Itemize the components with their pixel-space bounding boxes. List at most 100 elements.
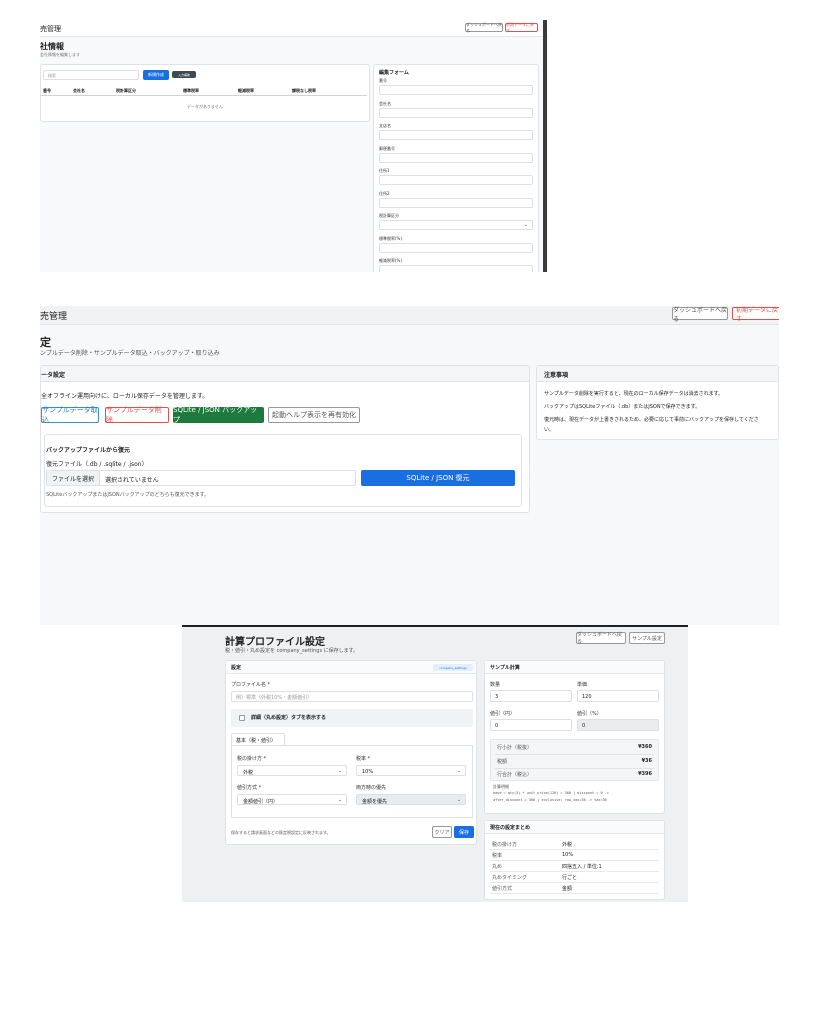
tax-method-select[interactable]: 外税 ⌄ — [237, 765, 347, 776]
note-line: バックアップはSQLiteファイル（.db）またはJSONで保存できます。 — [544, 404, 701, 410]
page-subtitle: 会社情報を編集します — [40, 52, 80, 57]
dashboard-button[interactable]: ダッシュボードへ戻る — [576, 632, 626, 645]
form-field-label: 標準税率(%) — [379, 235, 402, 241]
profile-input[interactable]: 例）標準（外税10%・金額値引） — [231, 691, 473, 702]
qty-input[interactable]: 3 — [490, 690, 572, 702]
summary-value: 四捨五入 / 単位:1 — [562, 864, 602, 870]
card-header — [41, 366, 529, 382]
summary-row: 税の掛け方 外税 — [490, 839, 659, 850]
summary-row: 値引方式 金額 — [490, 883, 659, 894]
result-value: ¥396 — [638, 771, 652, 777]
form-field-label: 番号 — [379, 78, 387, 83]
form-field-input[interactable] — [379, 265, 533, 272]
tax-method-label: 税の掛け方 * — [237, 756, 267, 762]
form-field-input[interactable] — [379, 152, 533, 163]
dashboard-button[interactable]: ダッシュボードへ戻る — [672, 307, 728, 323]
clear-button[interactable]: クリア — [432, 826, 452, 838]
page-subtitle: ンプルデータ削除・サンプルデータ取込・バックアップ・取り込み — [40, 350, 220, 357]
card-title: ータ設定 — [41, 372, 66, 379]
settings-badge: company_settings — [433, 664, 473, 671]
form-field-input[interactable] — [379, 242, 533, 253]
priority-select[interactable]: 金額を優先 ⌄ — [356, 794, 466, 805]
column-header: 番号 — [43, 88, 51, 93]
sample-settings-button[interactable]: サンプル設定 — [629, 632, 665, 644]
summary-value: 金額 — [562, 886, 573, 892]
form-title: 編集フォーム — [379, 70, 409, 76]
reenable-help-button[interactable]: 起動ヘルプ表示を再有効化 — [268, 407, 360, 423]
profile-placeholder: 例）標準（外税10%・金額値引） — [236, 695, 313, 701]
note-line: 復元時は、現在データが上書きされるため、必要に応じて事前にバックアップを保存して… — [544, 417, 759, 423]
disc-pct-label: 値引（%） — [577, 711, 602, 717]
disc-yen-input[interactable]: 0 — [490, 719, 572, 731]
result-label: 行合計（税込） — [497, 772, 533, 778]
detail-toggle-label: 詳細（丸め設定）タブを表示する — [251, 715, 327, 721]
summary-card: 現在の設定まとめ 税の掛け方 外税 税率 10% 丸め 四捨五入 / 単位:1 丸めタイミン… — [484, 820, 665, 900]
company-list-card: 検索 新規作成 入力補助 番号 会社名 税計算区分 標準税率 軽減税率 課税なし… — [40, 64, 370, 122]
result-box: 行小計（税抜） ¥360 税額 ¥36 行合計（税込） ¥396 — [490, 739, 659, 781]
tax-rate-select[interactable]: 10% ⌄ — [356, 765, 466, 776]
backup-button[interactable]: SQLite / JSON バックアップ — [173, 406, 264, 424]
column-header: 会社名 — [73, 88, 85, 93]
price-label: 単価 — [577, 682, 588, 688]
restore-card: バックアップファイルから復元 復元ファイル（.db / .sqlite / .j… — [44, 434, 522, 507]
scrollbar[interactable] — [543, 20, 547, 272]
detail-label: 計算明細 — [493, 784, 509, 789]
summary-label: 税の掛け方 — [492, 842, 518, 848]
choose-file-button[interactable]: ファイルを選択 — [47, 471, 100, 485]
form-field-label: 住所1 — [379, 168, 390, 173]
top-bar — [40, 306, 779, 325]
discount-method-select[interactable]: 金額値引（円） ⌄ — [237, 794, 347, 805]
page-title: 社情報 — [40, 42, 64, 51]
screenshot-settings: 売管理 ダッシュボードへ戻る 初期データに戻す 定 ンプルデータ削除・サンプルデ… — [40, 306, 779, 625]
form-field-label: 税計算区分 — [379, 213, 399, 218]
detail-toggle-checkbox[interactable] — [239, 715, 245, 721]
search-input[interactable]: 検索 — [43, 70, 139, 80]
init-data-button[interactable]: 初期データに戻す — [732, 307, 779, 323]
disc-pct-input[interactable]: 0 — [577, 719, 659, 731]
result-label: 行小計（税抜） — [497, 745, 533, 751]
screenshot-company-info: 売管理 ダッシュボードへ戻る 初期データに戻す 社情報 会社情報を編集します 検… — [40, 20, 548, 272]
init-data-button[interactable]: 初期データに戻す — [505, 22, 538, 33]
import-sample-button[interactable]: サンプルデータ取込 — [41, 406, 99, 424]
delete-sample-button[interactable]: サンプルデータ削除 — [105, 406, 169, 424]
assist-badge[interactable]: 入力補助 — [172, 71, 196, 78]
form-field-input[interactable] — [379, 175, 533, 185]
summary-title: 現在の設定まとめ — [490, 825, 531, 831]
empty-message: データがありません — [187, 104, 223, 109]
form-field-input[interactable] — [379, 85, 533, 95]
restore-button[interactable]: SQLite / JSON 復元 — [361, 470, 515, 486]
form-field-input[interactable] — [379, 130, 533, 140]
price-input[interactable]: 120 — [577, 690, 659, 702]
settings-card: 設定 company_settings プロファイル名 * 例）標準（外税10%… — [225, 660, 477, 845]
file-none-text: 選択されていません — [105, 477, 159, 484]
summary-label: 税率 — [492, 853, 503, 859]
profile-label: プロファイル名 * — [231, 682, 271, 688]
column-header: 税計算区分 — [116, 88, 136, 93]
notes-title: 注意事項 — [544, 372, 569, 379]
sample-title: サンプル計算 — [490, 665, 520, 671]
data-settings-card: ータ設定 全オフライン運用向けに、ローカル保存データを管理します。 サンプルデー… — [40, 365, 530, 513]
restore-title: バックアップファイルから復元 — [46, 447, 131, 454]
screenshot-calc-profile: 計算プロファイル設定 税・値引・丸め設定を company_settings に… — [182, 625, 688, 902]
form-field-label: 会社名 — [379, 100, 391, 106]
save-button[interactable]: 保存 — [454, 826, 474, 838]
summary-value: 外税 — [562, 842, 573, 848]
summary-label: 丸め — [492, 864, 503, 870]
detail-line: after_discount = 360 | exclusive: raw_ta… — [493, 798, 607, 802]
detail-toggle-row[interactable]: 詳細（丸め設定）タブを表示する — [231, 709, 473, 727]
form-field-label: 郵便番号 — [379, 145, 395, 151]
form-field-label: 軽減税率(%) — [379, 258, 402, 263]
result-value: ¥360 — [638, 744, 652, 750]
dashboard-button[interactable]: ダッシュボードへ戻る — [465, 22, 503, 33]
summary-label: 丸めタイミング — [492, 875, 528, 881]
footer-note: 保存すると請求画面などの既定税設定に反映されます。 — [231, 830, 331, 835]
form-field-input[interactable] — [379, 107, 533, 118]
column-header: 標準税率 — [183, 88, 199, 93]
tax-category-select[interactable]: ⌄ — [379, 220, 533, 230]
column-header: 課税なし税率 — [292, 88, 316, 93]
form-field-input[interactable] — [379, 197, 533, 208]
new-button[interactable]: 新規作成 — [143, 70, 169, 80]
table-header: 番号 会社名 税計算区分 標準税率 軽減税率 課税なし税率 — [41, 85, 367, 96]
detail-line: base = qty(3) * unit_price(120) = 360 | … — [493, 791, 609, 795]
file-input[interactable]: ファイルを選択 選択されていません — [46, 470, 356, 486]
